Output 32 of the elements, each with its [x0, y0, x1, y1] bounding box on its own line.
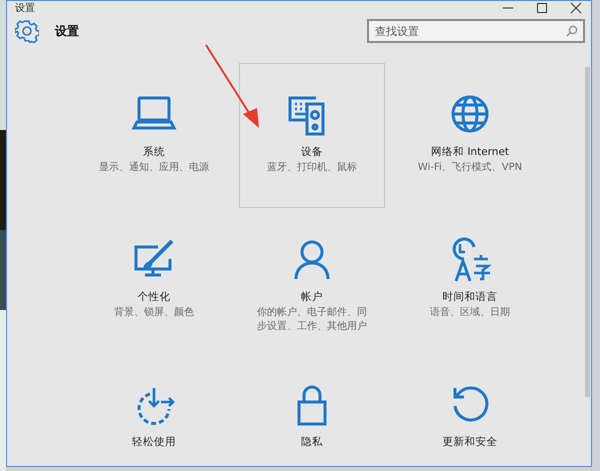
gear-icon	[15, 19, 39, 43]
tile-description: 蓝牙、打印机、鼠标	[267, 161, 357, 175]
tile-description: 你的帐户、电子邮件、同步设置、工作、其他用户	[256, 306, 368, 334]
tile-description: 语音、区域、日期	[430, 306, 510, 320]
tile-description: 背景、锁屏、颜色	[114, 306, 194, 320]
settings-tile[interactable]: 设备 蓝牙、打印机、鼠标	[239, 63, 385, 208]
tile-title: 设备	[301, 145, 323, 159]
settings-tile[interactable]: 网络和 Internet Wi-Fi、飞行模式、VPN	[397, 63, 543, 208]
settings-tile[interactable]: 系统 显示、通知、应用、电源	[81, 63, 227, 208]
tile-title: 系统	[143, 145, 165, 159]
tile-title: 网络和 Internet	[430, 145, 510, 159]
settings-tile[interactable]: 个性化 背景、锁屏、颜色	[81, 208, 227, 353]
close-icon[interactable]	[569, 1, 583, 15]
tile-title: 时间和语言	[442, 290, 498, 304]
maximize-icon[interactable]	[535, 1, 549, 15]
tile-description: Wi-Fi、飞行模式、VPN	[418, 161, 522, 175]
window-title: 设置	[15, 2, 35, 15]
tile-title: 轻松使用	[132, 435, 176, 449]
settings-tile[interactable]: 帐户 你的帐户、电子邮件、同步设置、工作、其他用户	[239, 208, 385, 353]
tile-description: 显示、通知、应用、电源	[99, 161, 209, 175]
search-icon[interactable]	[566, 25, 578, 37]
search-field[interactable]: 查找设置	[367, 19, 585, 43]
page-title: 设置	[55, 22, 79, 40]
tile-title: 帐户	[301, 290, 323, 304]
settings-tile[interactable]: 轻松使用	[81, 353, 227, 466]
tile-title: 个性化	[138, 290, 170, 304]
scrollbar[interactable]	[585, 67, 590, 397]
settings-tile[interactable]: 隐私	[239, 353, 385, 466]
settings-tile[interactable]: 时间和语言 语音、区域、日期	[397, 208, 543, 353]
tile-title: 更新和安全	[442, 435, 498, 449]
tile-title: 隐私	[301, 435, 323, 449]
settings-tile[interactable]: 更新和安全	[397, 353, 543, 466]
